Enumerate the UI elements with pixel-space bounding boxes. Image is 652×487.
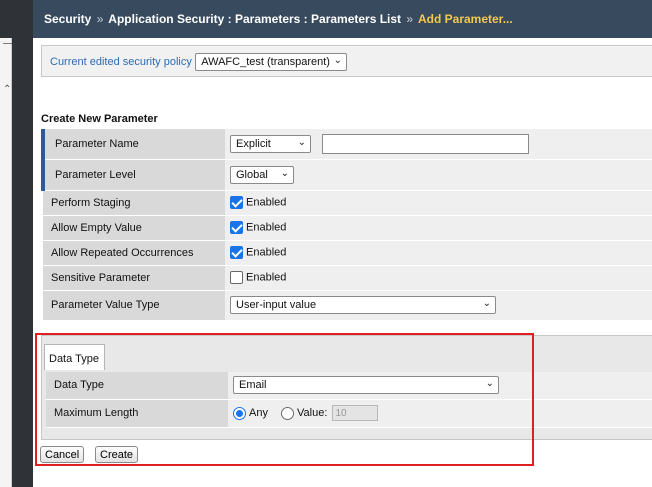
sensitive-checkbox-label[interactable]: Enabled xyxy=(246,272,286,284)
perform-staging-label: Perform Staging xyxy=(43,190,225,216)
max-length-value-label[interactable]: Value: xyxy=(297,407,327,419)
data-type-value: Email xyxy=(239,379,267,392)
row-data-type: Data Type Email ⌄ xyxy=(46,372,652,400)
row-parameter-name: Parameter Name Explicit ⌄ xyxy=(41,129,652,160)
allow-repeated-checkbox-label[interactable]: Enabled xyxy=(246,247,286,259)
max-length-any-radio[interactable] xyxy=(233,406,246,420)
perform-staging-cell: Enabled xyxy=(225,190,652,216)
data-type-label: Data Type xyxy=(46,372,228,400)
policy-select-value: AWAFC_test (transparent) xyxy=(201,56,330,68)
sensitive-cell: Enabled xyxy=(225,265,652,291)
row-allow-repeated: Allow Repeated Occurrences Enabled xyxy=(43,240,652,266)
section-title: Create New Parameter xyxy=(41,113,158,125)
parameter-name-type-value: Explicit xyxy=(236,137,271,150)
breadcrumb-separator: » xyxy=(406,12,414,26)
sensitive-checkbox[interactable] xyxy=(230,271,243,284)
max-length-value-input: 10 xyxy=(332,405,379,421)
left-panel: ⌃ xyxy=(0,38,12,487)
chevron-down-icon: ⌄ xyxy=(280,167,289,179)
row-allow-empty: Allow Empty Value Enabled xyxy=(43,215,652,241)
policy-bar: Current edited security policy AWAFC_tes… xyxy=(41,45,652,77)
value-type-value: User-input value xyxy=(236,299,317,311)
policy-label[interactable]: Current edited security policy xyxy=(50,56,192,68)
allow-repeated-cell: Enabled xyxy=(225,240,652,266)
maximum-length-label: Maximum Length xyxy=(46,399,228,428)
breadcrumb-item-parameters[interactable]: Application Security : Parameters : Para… xyxy=(108,12,401,26)
chevron-down-icon: ⌄ xyxy=(333,55,342,66)
row-maximum-length: Maximum Length Any Value: 10 xyxy=(46,399,652,428)
chevron-down-icon: ⌄ xyxy=(485,378,494,390)
allow-empty-cell: Enabled xyxy=(225,215,652,241)
data-type-panel: Data Type Data Type Email ⌄ Maximum Leng… xyxy=(41,335,652,440)
row-parameter-level: Parameter Level Global ⌄ xyxy=(41,159,652,191)
breadcrumb-separator: » xyxy=(96,12,104,26)
allow-repeated-label: Allow Repeated Occurrences xyxy=(43,240,225,266)
parameter-name-type-select[interactable]: Explicit ⌄ xyxy=(230,134,311,153)
parameter-name-input[interactable] xyxy=(322,133,530,154)
parameter-level-value: Global xyxy=(236,168,268,181)
tab-data-type[interactable]: Data Type xyxy=(44,344,105,370)
allow-empty-checkbox[interactable] xyxy=(230,221,243,234)
data-type-cell: Email ⌄ xyxy=(228,372,652,400)
parameter-level-cell: Global ⌄ xyxy=(225,159,652,191)
create-button[interactable]: Create xyxy=(95,446,139,463)
row-perform-staging: Perform Staging Enabled xyxy=(43,190,652,216)
policy-select[interactable]: AWAFC_test (transparent) ⌄ xyxy=(195,53,347,71)
max-length-value-radio[interactable] xyxy=(281,406,295,420)
left-navigation-strip: ⌃ xyxy=(0,0,33,487)
allow-repeated-checkbox[interactable] xyxy=(230,246,243,259)
data-type-select[interactable]: Email ⌄ xyxy=(233,376,499,395)
row-sensitive: Sensitive Parameter Enabled xyxy=(43,265,652,291)
sensitive-label: Sensitive Parameter xyxy=(43,265,225,291)
parameter-name-label: Parameter Name xyxy=(41,129,225,160)
parameter-name-cell: Explicit ⌄ xyxy=(225,129,652,160)
cancel-button[interactable]: Cancel xyxy=(40,446,85,463)
parameter-level-select[interactable]: Global ⌄ xyxy=(230,165,294,184)
breadcrumb: Security » Application Security : Parame… xyxy=(33,0,652,38)
allow-empty-label: Allow Empty Value xyxy=(43,215,225,241)
maximum-length-cell: Any Value: 10 xyxy=(228,399,652,428)
parameter-level-label: Parameter Level xyxy=(41,159,225,191)
chevron-down-icon: ⌄ xyxy=(297,136,306,148)
breadcrumb-item-security[interactable]: Security xyxy=(44,12,91,26)
perform-staging-checkbox[interactable] xyxy=(230,196,243,209)
value-type-select[interactable]: User-input value ⌄ xyxy=(230,296,496,314)
value-type-cell: User-input value ⌄ xyxy=(225,290,652,321)
row-value-type: Parameter Value Type User-input value ⌄ xyxy=(43,290,652,321)
breadcrumb-current: Add Parameter... xyxy=(417,12,513,26)
max-length-any-label[interactable]: Any xyxy=(249,407,268,419)
perform-staging-checkbox-label[interactable]: Enabled xyxy=(246,197,286,209)
data-type-table: Data Type Email ⌄ Maximum Length Any Val… xyxy=(46,372,652,428)
chevron-down-icon: ⌄ xyxy=(482,298,491,309)
allow-empty-checkbox-label[interactable]: Enabled xyxy=(246,222,286,234)
panel-divider xyxy=(3,43,12,44)
collapse-caret-icon[interactable]: ⌃ xyxy=(3,84,11,95)
parameter-form: Parameter Name Explicit ⌄ Parameter Leve… xyxy=(41,129,652,321)
value-type-label: Parameter Value Type xyxy=(43,290,225,321)
